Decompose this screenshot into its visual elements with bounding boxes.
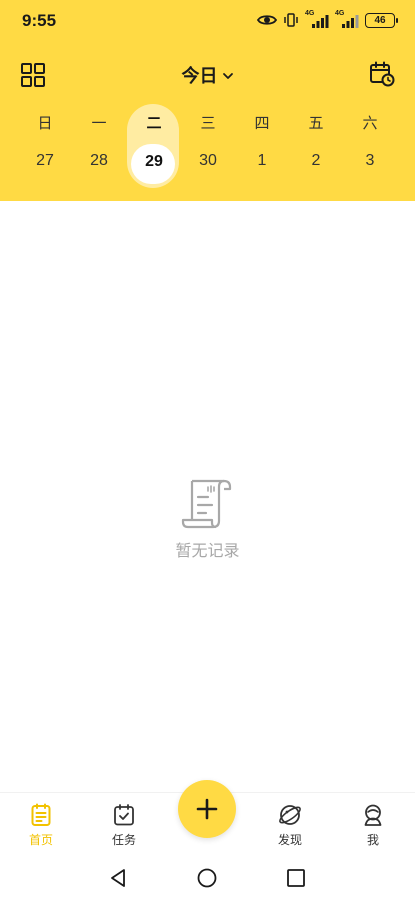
eye-icon bbox=[257, 15, 277, 25]
empty-state: 暂无记录 bbox=[0, 475, 415, 561]
recents-icon[interactable] bbox=[285, 867, 307, 889]
chevron-down-icon bbox=[222, 73, 233, 79]
tab-label: 发现 bbox=[277, 833, 302, 847]
weekday-label: 二 bbox=[146, 114, 162, 132]
date-label: 3 bbox=[365, 152, 375, 169]
battery-icon: 46 bbox=[365, 12, 398, 28]
calendar-check-icon bbox=[114, 804, 134, 826]
date-label: 2 bbox=[311, 152, 321, 169]
weekday-label: 日 bbox=[37, 114, 53, 132]
day-monday[interactable]: 一 28 bbox=[72, 104, 126, 188]
day-friday[interactable]: 五 2 bbox=[289, 104, 343, 188]
empty-state-text: 暂无记录 bbox=[175, 541, 240, 560]
day-thursday[interactable]: 四 1 bbox=[235, 104, 289, 188]
date-label: 1 bbox=[257, 152, 267, 169]
date-label: 29 bbox=[145, 153, 163, 170]
planet-icon bbox=[279, 805, 301, 825]
system-navigation-bar bbox=[0, 854, 415, 900]
week-strip: 日 27 一 28 二 29 三 30 四 1 五 2 六 3 bbox=[0, 104, 415, 188]
tab-me[interactable]: 我 bbox=[343, 803, 403, 848]
date-label: 30 bbox=[199, 152, 217, 169]
page-title: 今日 bbox=[181, 66, 218, 87]
weekday-label: 五 bbox=[308, 114, 324, 132]
tab-discover[interactable]: 发现 bbox=[260, 803, 320, 848]
status-bar: 9:55 4G 4G 46 bbox=[0, 0, 415, 40]
tab-home[interactable]: 首页 bbox=[11, 803, 71, 848]
vibrate-icon bbox=[284, 13, 298, 27]
tab-tasks[interactable]: 任务 bbox=[94, 803, 154, 848]
tab-label: 首页 bbox=[28, 833, 53, 847]
status-icons: 4G 4G 46 bbox=[257, 10, 398, 29]
weekday-label: 一 bbox=[91, 114, 107, 132]
day-wednesday[interactable]: 三 30 bbox=[181, 104, 235, 188]
weekday-label: 三 bbox=[200, 114, 216, 132]
weekday-label: 六 bbox=[362, 114, 378, 132]
day-saturday[interactable]: 六 3 bbox=[343, 104, 397, 188]
back-icon[interactable] bbox=[107, 867, 129, 889]
signal-icon: 4G bbox=[305, 10, 329, 28]
home-icon[interactable] bbox=[196, 867, 218, 889]
notes-icon bbox=[31, 803, 51, 826]
tab-label: 任务 bbox=[111, 833, 136, 847]
date-label: 27 bbox=[36, 152, 54, 169]
battery-level: 46 bbox=[374, 14, 386, 26]
add-record-button[interactable] bbox=[178, 780, 236, 838]
status-time: 9:55 bbox=[22, 11, 57, 30]
day-tuesday-selected[interactable]: 二 29 bbox=[127, 104, 181, 188]
date-label: 28 bbox=[90, 152, 108, 169]
signal-icon: 4G bbox=[335, 10, 359, 28]
plus-icon bbox=[196, 798, 218, 820]
scroll-document-icon bbox=[181, 479, 231, 529]
header: 9:55 4G 4G 46 今日 日 27 一 28 二 29 三 30 四 1… bbox=[0, 0, 415, 201]
calendar-clock-icon[interactable] bbox=[369, 61, 395, 87]
weekday-label: 四 bbox=[254, 114, 270, 132]
day-sunday[interactable]: 日 27 bbox=[18, 104, 72, 188]
tab-label: 我 bbox=[366, 833, 379, 847]
date-title-dropdown[interactable]: 今日 bbox=[0, 62, 415, 88]
user-icon bbox=[364, 804, 382, 826]
top-bar: 今日 bbox=[0, 52, 415, 96]
